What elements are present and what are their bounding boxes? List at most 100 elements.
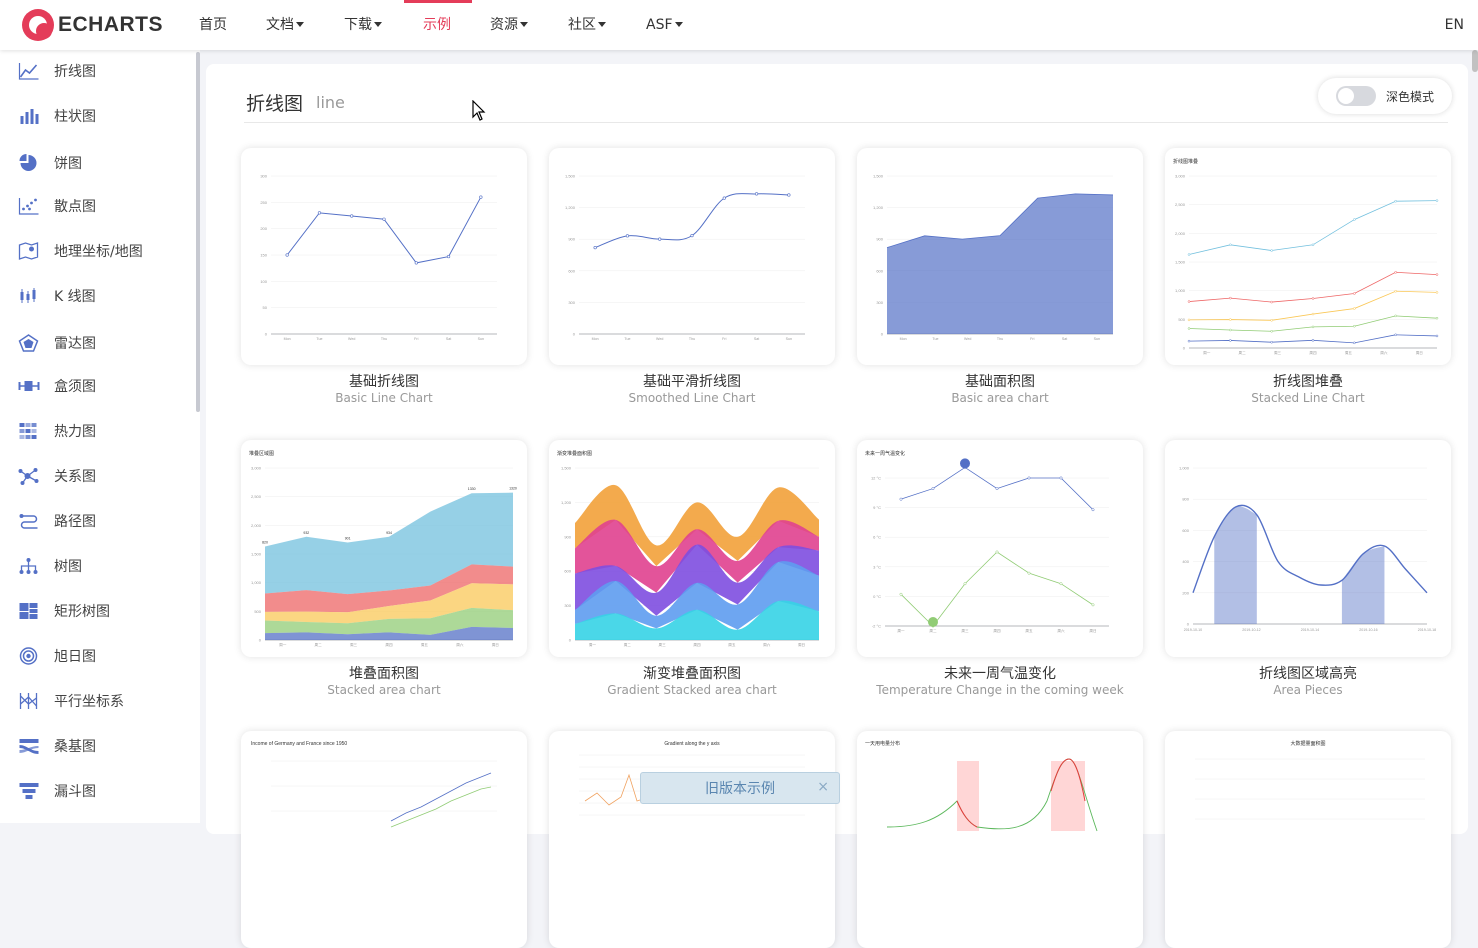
axis-tick-label: 600 <box>564 569 571 574</box>
page-scrollbar[interactable] <box>1472 50 1478 72</box>
axis-tick-label: 周六 <box>456 642 464 647</box>
nav-examples[interactable]: 示例 <box>423 0 451 50</box>
chevron-down-icon <box>598 22 606 27</box>
axis-tick-label: Mon <box>900 337 907 341</box>
nav-download[interactable]: 下载 <box>344 0 382 50</box>
sidebar-item-funnel[interactable]: 漏斗图 <box>18 779 96 803</box>
echarts-logo[interactable]: ECHARTS <box>22 8 163 42</box>
language-switch[interactable]: EN <box>1445 0 1464 50</box>
chevron-down-icon <box>374 22 382 27</box>
example-title[interactable]: 未来一周气温变化 <box>850 663 1150 683</box>
nav-docs[interactable]: 文档 <box>266 0 304 50</box>
data-point <box>593 246 597 250</box>
series-line <box>390 772 492 822</box>
data-point <box>1091 508 1095 512</box>
sidebar-scrollbar[interactable] <box>196 52 200 412</box>
sidebar-item-tree[interactable]: 树图 <box>18 554 82 578</box>
sidebar-item-sunburst[interactable]: 旭日图 <box>18 644 96 668</box>
example-card-thumbnail[interactable]: 0 300 600 900 1,200 1,500 Mon Tue Wed Thu Fri Sat Su… <box>549 148 835 365</box>
example-chart-thumbnail: Income of Germany and France since 1950 <box>251 741 497 828</box>
page-subtitle: line <box>316 93 345 112</box>
data-point <box>625 234 630 238</box>
example-card-thumbnail[interactable]: 折线图堆叠 0 500 1,000 1,500 2,000 2,500 3,000 周一 周二 周三… <box>1165 148 1451 365</box>
example-card-thumbnail[interactable]: 渐变堆叠面积图 0 300 600 900 1,200 1,500 周一 周二 周三 周四 周五 周六 周… <box>549 440 835 657</box>
example-card-thumbnail[interactable]: 一天用电量分布 <box>857 731 1143 948</box>
data-point <box>1229 296 1232 300</box>
example-title[interactable]: 基础平滑折线图 <box>542 371 842 391</box>
example-title[interactable]: 折线图堆叠 <box>1158 371 1458 391</box>
sidebar-item-map[interactable]: 地理坐标/地图 <box>18 239 143 263</box>
data-point <box>899 497 903 501</box>
nav-home[interactable]: 首页 <box>199 0 227 50</box>
sidebar-item-pie-chart[interactable]: 饼图 <box>18 151 82 175</box>
nav-resources[interactable]: 资源 <box>490 0 528 50</box>
sidebar-item-candlestick[interactable]: K 线图 <box>18 284 96 308</box>
example-title[interactable]: 折线图区域高亮 <box>1158 663 1458 683</box>
axis-tick-label: 周四 <box>693 642 701 647</box>
data-point <box>1270 249 1273 252</box>
sidebar-item-bar-chart[interactable]: 柱状图 <box>18 104 96 128</box>
example-card-thumbnail[interactable]: 0 50 100 150 200 250 300 Mon Tue Wed Thu Fri Sat Sun <box>241 148 527 365</box>
data-point <box>446 254 451 259</box>
example-card-thumbnail[interactable]: 大数据量面积图 <box>1165 731 1451 948</box>
axis-tick-label: 周六 <box>1057 628 1065 633</box>
data-point <box>1027 476 1031 480</box>
example-card-thumbnail[interactable]: Gradient along the y axis <box>549 731 835 948</box>
axis-tick-label: 周三 <box>350 642 358 647</box>
sidebar-item-graph[interactable]: 关系图 <box>18 464 96 488</box>
dark-mode-switch[interactable] <box>1336 86 1376 106</box>
thumb-title: 未来一周气温变化 <box>865 450 905 457</box>
axis-tick-label: 900 <box>568 237 575 242</box>
series-line <box>286 196 482 264</box>
axis-tick-label: 9 °C <box>873 505 881 510</box>
axis-tick-label: Wed <box>656 337 663 341</box>
nav-community[interactable]: 社区 <box>568 0 606 50</box>
example-card-thumbnail[interactable]: 0 200 400 600 800 1,000 2019-10-10 2019-10-12 20… <box>1165 440 1451 657</box>
data-point <box>1311 325 1315 329</box>
sidebar-item-parallel[interactable]: 平行坐标系 <box>18 689 124 713</box>
example-card-thumbnail[interactable]: 0 300 600 900 1,200 1,500 Mon Tue Wed Thu Fri Sat Su… <box>857 148 1143 365</box>
max-marker <box>960 458 970 469</box>
page-title: 折线图 <box>246 93 304 115</box>
data-point <box>414 261 418 265</box>
sidebar-item-boxplot[interactable]: 盒须图 <box>18 374 96 398</box>
sidebar-item-heatmap[interactable]: 热力图 <box>18 419 96 443</box>
sidebar-item-treemap[interactable]: 矩形树图 <box>18 599 110 623</box>
axis-tick-label: 900 <box>876 237 883 242</box>
thumb-title: Gradient along the y axis <box>664 741 720 747</box>
example-title[interactable]: 基础折线图 <box>234 371 534 391</box>
example-chart-thumbnail: 大数据量面积图 <box>1195 740 1425 820</box>
axis-tick-label: 1,000 <box>251 580 262 585</box>
sidebar-item-line-chart[interactable]: 折线图 <box>18 59 96 83</box>
close-icon[interactable]: × <box>817 779 829 795</box>
sidebar-item-scatter-chart[interactable]: 散点图 <box>18 194 96 218</box>
axis-tick-label: 2,000 <box>1175 231 1186 236</box>
example-title[interactable]: 基础面积图 <box>850 371 1150 391</box>
axis-tick-label: 1,500 <box>251 552 262 557</box>
legacy-examples-banner[interactable]: 旧版本示例 × <box>640 772 840 804</box>
axis-tick-label: 周二 <box>1239 350 1247 355</box>
line-chart-icon <box>18 62 40 80</box>
axis-tick-label: 1,200 <box>565 205 576 210</box>
sidebar-item-lines[interactable]: 路径图 <box>18 509 96 533</box>
sidebar-item-label: 路径图 <box>54 514 96 530</box>
scatter-chart-icon <box>18 197 40 215</box>
example-card-thumbnail[interactable]: 堆叠区域图 0 500 1,000 1,500 2,000 2,500 3,000 周一 周二 周三… <box>241 440 527 657</box>
axis-tick-label: 600 <box>876 268 883 273</box>
example-card-thumbnail[interactable]: 未来一周气温变化 -2 °C 0 °C 3 °C 6 °C 9 °C 12 °C 周一 周二 周三… <box>857 440 1143 657</box>
sidebar-item-sankey[interactable]: 桑基图 <box>18 734 96 758</box>
nav-asf[interactable]: ASF <box>646 0 683 50</box>
axis-tick-label: Fri <box>722 337 726 341</box>
axis-tick-label: Sun <box>786 337 792 341</box>
example-title[interactable]: 渐变堆叠面积图 <box>542 663 842 683</box>
dark-mode-toggle[interactable]: 深色模式 <box>1318 78 1452 114</box>
axis-tick-label: Wed <box>348 337 355 341</box>
example-title[interactable]: 堆叠面积图 <box>234 663 534 683</box>
series-line <box>1188 334 1438 344</box>
sidebar-item-radar[interactable]: 雷达图 <box>18 331 96 355</box>
data-point <box>1435 316 1439 320</box>
treemap-icon <box>18 602 40 620</box>
data-point <box>285 253 289 257</box>
example-card-thumbnail[interactable]: Income of Germany and France since 1950 <box>241 731 527 948</box>
axis-tick-label: 900 <box>564 534 571 539</box>
